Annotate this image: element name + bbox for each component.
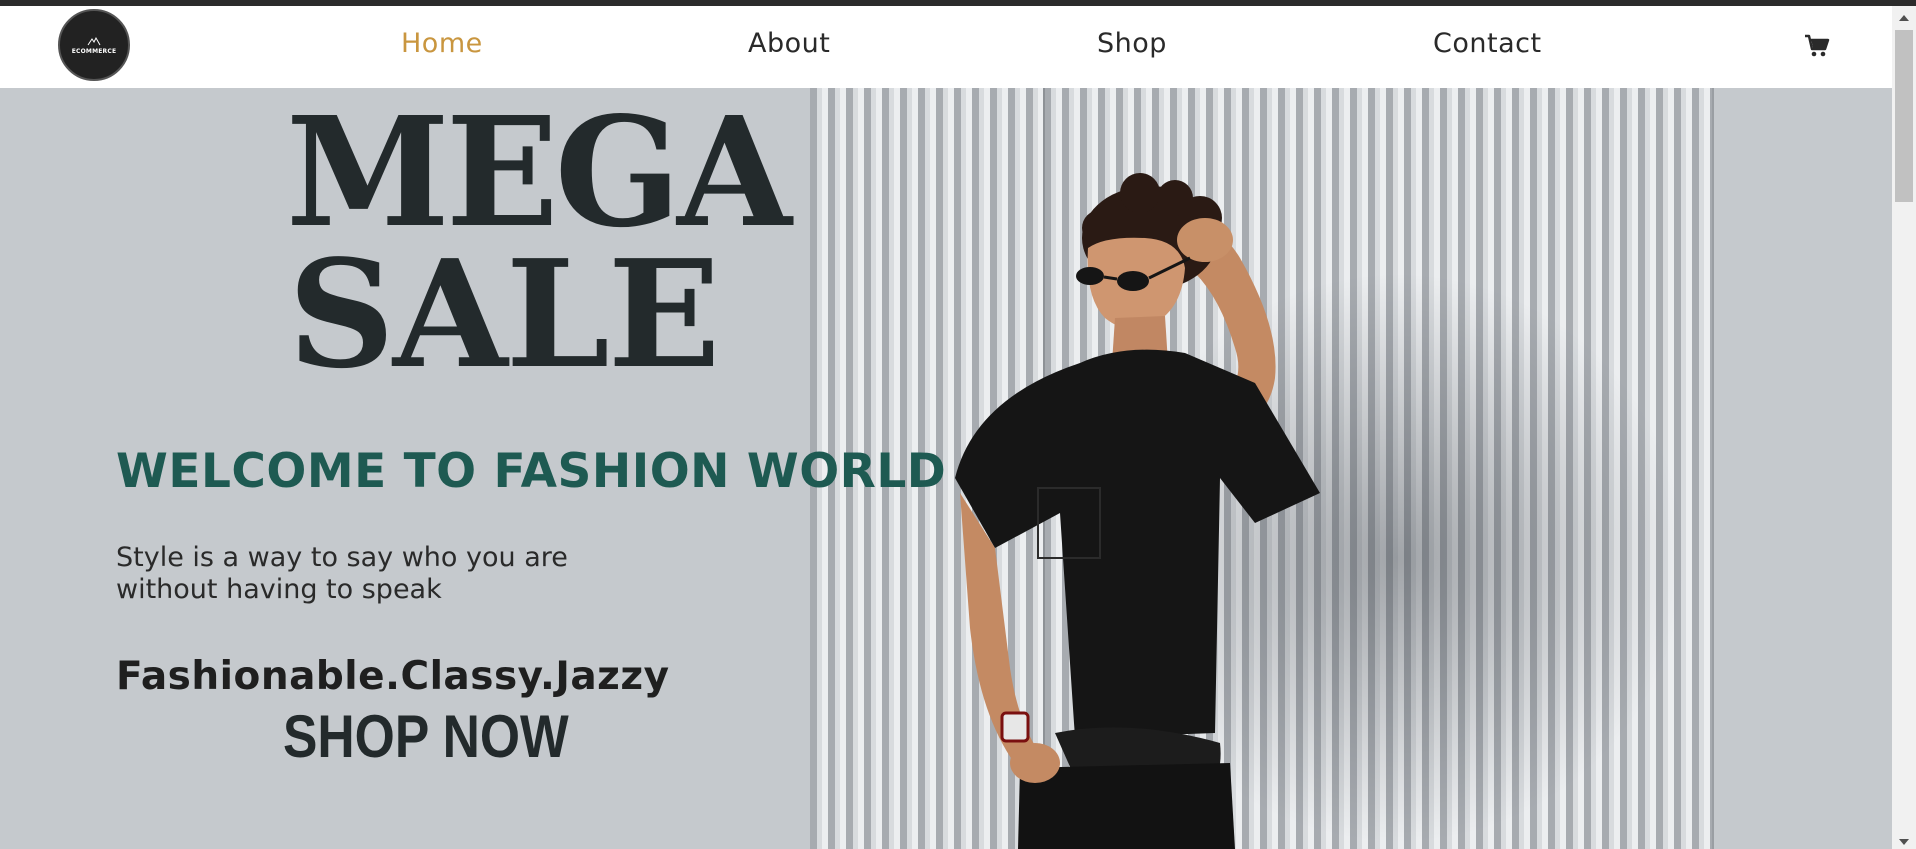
nav-link-contact[interactable]: Contact: [1433, 28, 1542, 59]
hero-headline-mega: MEGA: [286, 88, 792, 261]
hero-model-image: [900, 148, 1420, 849]
hero-tagline-line1: Style is a way to say who you are: [116, 542, 568, 573]
logo-mountain-icon: [87, 36, 101, 46]
hero-image-edge: [1712, 88, 1714, 849]
navbar: ECOMMERCE Home About Shop Contact: [0, 6, 1892, 88]
hero-welcome-heading: WELCOME TO FASHION WORLD: [116, 444, 947, 499]
hero-tagline: Style is a way to say who you are withou…: [116, 542, 636, 606]
scrollbar-thumb[interactable]: [1895, 30, 1913, 202]
hero-headline-sale: SALE: [288, 227, 721, 401]
logo-text: ECOMMERCE: [71, 47, 117, 55]
cart-icon[interactable]: [1803, 32, 1831, 60]
scroll-up-arrow-icon[interactable]: [1898, 10, 1910, 21]
shop-now-button[interactable]: SHOP NOW: [283, 702, 569, 771]
hero-banner: MEGA SALE WELCOME TO FASHION WORLD Style…: [0, 88, 1892, 849]
site-logo[interactable]: ECOMMERCE: [58, 9, 130, 81]
scroll-down-arrow-icon[interactable]: [1898, 834, 1910, 845]
nav-link-home[interactable]: Home: [401, 28, 483, 59]
hero-slogan: Fashionable.Classy.Jazzy: [116, 654, 670, 699]
nav-link-shop[interactable]: Shop: [1097, 28, 1167, 59]
hero-tagline-line2: without having to speak: [116, 574, 442, 605]
nav-link-about[interactable]: About: [748, 28, 830, 59]
